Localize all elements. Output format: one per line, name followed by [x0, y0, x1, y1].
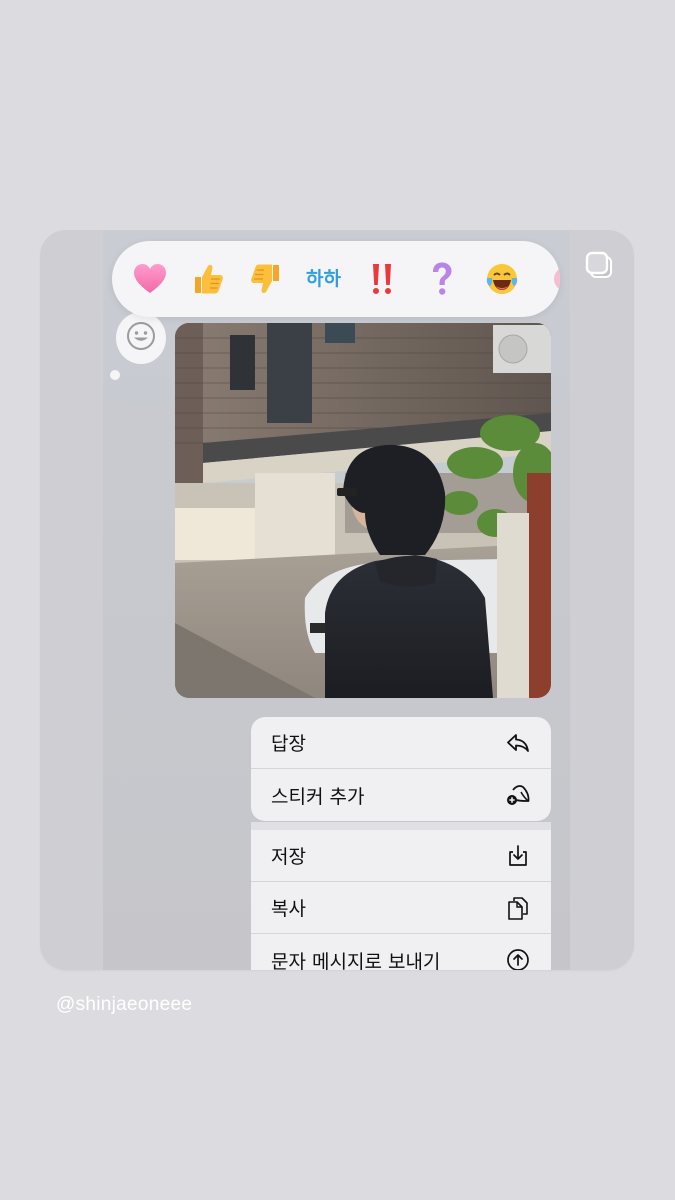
- partial-heart-icon: [554, 268, 560, 290]
- menu-item-add-sticker[interactable]: 스티커 추가: [251, 769, 551, 821]
- reaction-exclamation[interactable]: [362, 259, 402, 299]
- question-icon: [433, 262, 452, 295]
- reaction-laugh[interactable]: [482, 259, 522, 299]
- save-icon: [509, 844, 527, 866]
- menu-item-reply[interactable]: 답장: [251, 717, 551, 769]
- menu-item-reply-label: 답장: [271, 733, 306, 755]
- menu-item-send-sms[interactable]: 문자 메시지로 보내기: [251, 934, 551, 970]
- copy-document-icon: [508, 896, 528, 920]
- double-exclamation-icon: [373, 264, 391, 294]
- reaction-question[interactable]: [422, 259, 462, 299]
- add-sticker-icon: [507, 785, 530, 805]
- menu-item-save-label: 저장: [271, 846, 306, 868]
- photo-message[interactable]: [175, 323, 551, 698]
- laughing-tears-icon: [486, 264, 518, 294]
- context-menu: 답장 스티커 추가 저장 복사 문자 메시지로 보내기: [251, 717, 551, 970]
- thumbs-up-icon: [195, 264, 223, 294]
- username-watermark: @shinjaeoneee: [56, 994, 193, 1015]
- haha-text: 하하: [306, 268, 341, 290]
- story-screen: 하하 답장 스티커 추가 저장 복사 문자 메시지로 보내기 @shinjaeo…: [0, 0, 675, 1200]
- emoji-picker-icon[interactable]: [125, 320, 157, 352]
- photo-image: [175, 323, 551, 698]
- multi-select-icon[interactable]: [585, 251, 615, 281]
- reply-icon: [507, 733, 529, 752]
- menu-item-copy-label: 복사: [271, 898, 306, 920]
- reaction-heart[interactable]: [130, 259, 170, 299]
- reaction-bubble-dot: [110, 370, 120, 380]
- reaction-haha[interactable]: 하하: [304, 259, 344, 299]
- reaction-bar: 하하: [112, 241, 560, 317]
- menu-item-send-sms-label: 문자 메시지로 보내기: [271, 950, 441, 971]
- heart-icon: [134, 264, 166, 293]
- send-sms-icon: [507, 949, 529, 970]
- menu-item-copy[interactable]: 복사: [251, 882, 551, 934]
- menu-group-secondary: 저장 복사 문자 메시지로 보내기: [251, 830, 551, 970]
- reaction-partial[interactable]: [540, 259, 560, 299]
- menu-group-separator: [251, 822, 551, 830]
- reaction-thumbs-down[interactable]: [246, 259, 286, 299]
- menu-group-primary: 답장 스티커 추가: [251, 717, 551, 821]
- reaction-thumbs-up[interactable]: [188, 259, 228, 299]
- haha-icon: 하하: [306, 268, 341, 290]
- menu-item-add-sticker-label: 스티커 추가: [271, 785, 365, 808]
- menu-item-save[interactable]: 저장: [251, 830, 551, 882]
- thumbs-down-icon: [251, 264, 279, 294]
